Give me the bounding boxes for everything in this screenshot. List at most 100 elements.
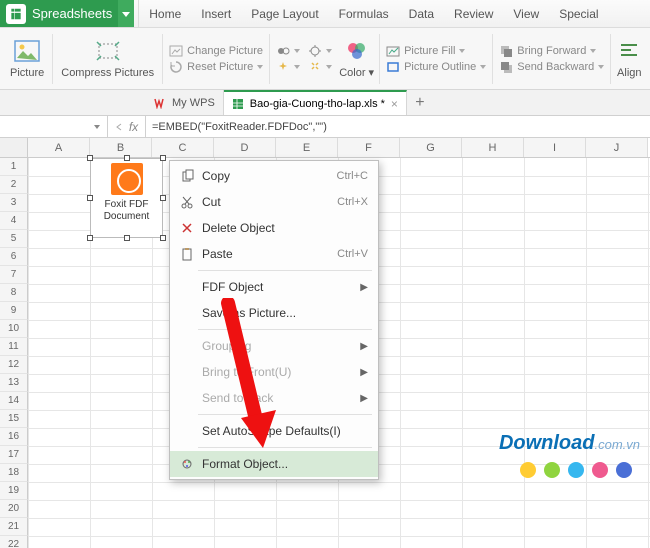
- ribbon-align-label: Align: [617, 67, 641, 79]
- menu-item-fdf-object[interactable]: FDF Object▶: [170, 274, 378, 300]
- ribbon-sep: [610, 34, 611, 84]
- ribbon-send-backward[interactable]: Send Backward: [499, 60, 604, 74]
- row-header[interactable]: 13: [0, 374, 28, 392]
- row-header[interactable]: 7: [0, 266, 28, 284]
- doc-tab-wps[interactable]: My WPS: [146, 90, 224, 115]
- ribbon-sep: [162, 34, 163, 84]
- menu-item-copy[interactable]: CopyCtrl+C: [170, 163, 378, 189]
- resize-handle[interactable]: [124, 235, 130, 241]
- app-menu-button[interactable]: Spreadsheets: [0, 0, 118, 27]
- cut-icon: [176, 195, 198, 209]
- formula-input[interactable]: =EMBED("FoxitReader.FDFDoc",""): [146, 121, 650, 133]
- ribbon-align-button[interactable]: Align: [613, 28, 645, 89]
- row-header[interactable]: 21: [0, 518, 28, 536]
- row-header[interactable]: 3: [0, 194, 28, 212]
- menu-item-save-as-picture[interactable]: Save as Picture...: [170, 300, 378, 326]
- resize-handle[interactable]: [87, 235, 93, 241]
- ribbon-reset-picture[interactable]: Reset Picture: [169, 60, 263, 74]
- row-header[interactable]: 12: [0, 356, 28, 374]
- tab-page-layout[interactable]: Page Layout: [241, 0, 328, 28]
- fx-buttons[interactable]: fx: [108, 116, 146, 137]
- col-header[interactable]: H: [462, 138, 524, 157]
- ribbon-tabs: Home Insert Page Layout Formulas Data Re…: [138, 0, 608, 27]
- doc-tab-file[interactable]: Bao-gia-Cuong-tho-lap.xls * ×: [224, 90, 407, 115]
- col-header[interactable]: J: [586, 138, 648, 157]
- app-menu-drop[interactable]: [118, 0, 134, 27]
- col-header[interactable]: B: [90, 138, 152, 157]
- col-header[interactable]: D: [214, 138, 276, 157]
- tab-special[interactable]: Special: [549, 0, 608, 28]
- chevron-down-icon: [93, 123, 101, 131]
- row-header[interactable]: 4: [0, 212, 28, 230]
- menu-item-send-to-back: Send to Back▶: [170, 385, 378, 411]
- delete-icon: [176, 221, 198, 235]
- row-header[interactable]: 16: [0, 428, 28, 446]
- menu-item-label: Format Object...: [198, 457, 368, 471]
- name-box[interactable]: [0, 116, 108, 137]
- ribbon-color-button[interactable]: Color ▾: [336, 28, 377, 89]
- resize-handle[interactable]: [124, 155, 130, 161]
- ribbon-compress-button[interactable]: Compress Pictures: [55, 28, 160, 89]
- tab-formulas[interactable]: Formulas: [329, 0, 399, 28]
- resize-handle[interactable]: [160, 235, 166, 241]
- menu-item-cut[interactable]: CutCtrl+X: [170, 189, 378, 215]
- row-header[interactable]: 5: [0, 230, 28, 248]
- submenu-arrow-icon: ▶: [360, 341, 368, 352]
- close-icon[interactable]: ×: [391, 97, 398, 111]
- row-header[interactable]: 20: [0, 500, 28, 518]
- col-header[interactable]: A: [28, 138, 90, 157]
- new-tab-button[interactable]: +: [407, 90, 433, 115]
- row-header[interactable]: 9: [0, 302, 28, 320]
- col-header[interactable]: I: [524, 138, 586, 157]
- ribbon-picture-button[interactable]: Picture: [4, 28, 50, 89]
- document-tabs: My WPS Bao-gia-Cuong-tho-lap.xls * × +: [0, 90, 650, 116]
- row-header[interactable]: 8: [0, 284, 28, 302]
- row-header[interactable]: 10: [0, 320, 28, 338]
- ribbon-change-picture[interactable]: Change Picture: [169, 44, 263, 58]
- ribbon-bring-forward[interactable]: Bring Forward: [499, 44, 604, 58]
- resize-handle[interactable]: [87, 155, 93, 161]
- ribbon-color-label: Color ▾: [339, 67, 374, 79]
- row-header[interactable]: 14: [0, 392, 28, 410]
- row-header[interactable]: 18: [0, 464, 28, 482]
- tab-review[interactable]: Review: [444, 0, 503, 28]
- embedded-object[interactable]: Foxit FDFDocument: [90, 158, 163, 238]
- menu-item-set-autoshape-defaults-i[interactable]: Set AutoShape Defaults(I): [170, 418, 378, 444]
- ribbon-picture-fill[interactable]: Picture Fill: [386, 44, 486, 58]
- format-icon: [176, 457, 198, 471]
- col-header[interactable]: G: [400, 138, 462, 157]
- pdf-icon: [111, 163, 143, 195]
- app-logo-icon: [6, 4, 26, 24]
- menu-item-format-object[interactable]: Format Object...: [170, 451, 378, 477]
- row-header[interactable]: 15: [0, 410, 28, 428]
- row-header[interactable]: 19: [0, 482, 28, 500]
- resize-handle[interactable]: [160, 195, 166, 201]
- ribbon-brightness[interactable]: [276, 44, 332, 58]
- ribbon-picture-outline[interactable]: Picture Outline: [386, 60, 486, 74]
- menu-item-delete-object[interactable]: Delete Object: [170, 215, 378, 241]
- row-header[interactable]: 17: [0, 446, 28, 464]
- row-header[interactable]: 1: [0, 158, 28, 176]
- ribbon-sep: [269, 34, 270, 84]
- tab-view[interactable]: View: [503, 0, 549, 28]
- row-header[interactable]: 6: [0, 248, 28, 266]
- select-all-corner[interactable]: [0, 138, 28, 157]
- resize-handle[interactable]: [160, 155, 166, 161]
- tab-data[interactable]: Data: [399, 0, 444, 28]
- ribbon-sparkle[interactable]: [276, 60, 332, 74]
- menu-item-label: Copy: [198, 169, 337, 183]
- ribbon-compress-label: Compress Pictures: [61, 67, 154, 79]
- formula-bar: fx =EMBED("FoxitReader.FDFDoc",""): [0, 116, 650, 138]
- tab-insert[interactable]: Insert: [191, 0, 241, 28]
- col-header[interactable]: F: [338, 138, 400, 157]
- decorative-dot: [568, 462, 584, 478]
- col-header[interactable]: E: [276, 138, 338, 157]
- menu-item-paste[interactable]: PasteCtrl+V: [170, 241, 378, 267]
- shortcut-label: Ctrl+V: [337, 248, 368, 260]
- row-header[interactable]: 22: [0, 536, 28, 548]
- row-header[interactable]: 11: [0, 338, 28, 356]
- tab-home[interactable]: Home: [138, 0, 191, 28]
- menu-item-label: Grouping: [198, 339, 360, 353]
- row-header[interactable]: 2: [0, 176, 28, 194]
- resize-handle[interactable]: [87, 195, 93, 201]
